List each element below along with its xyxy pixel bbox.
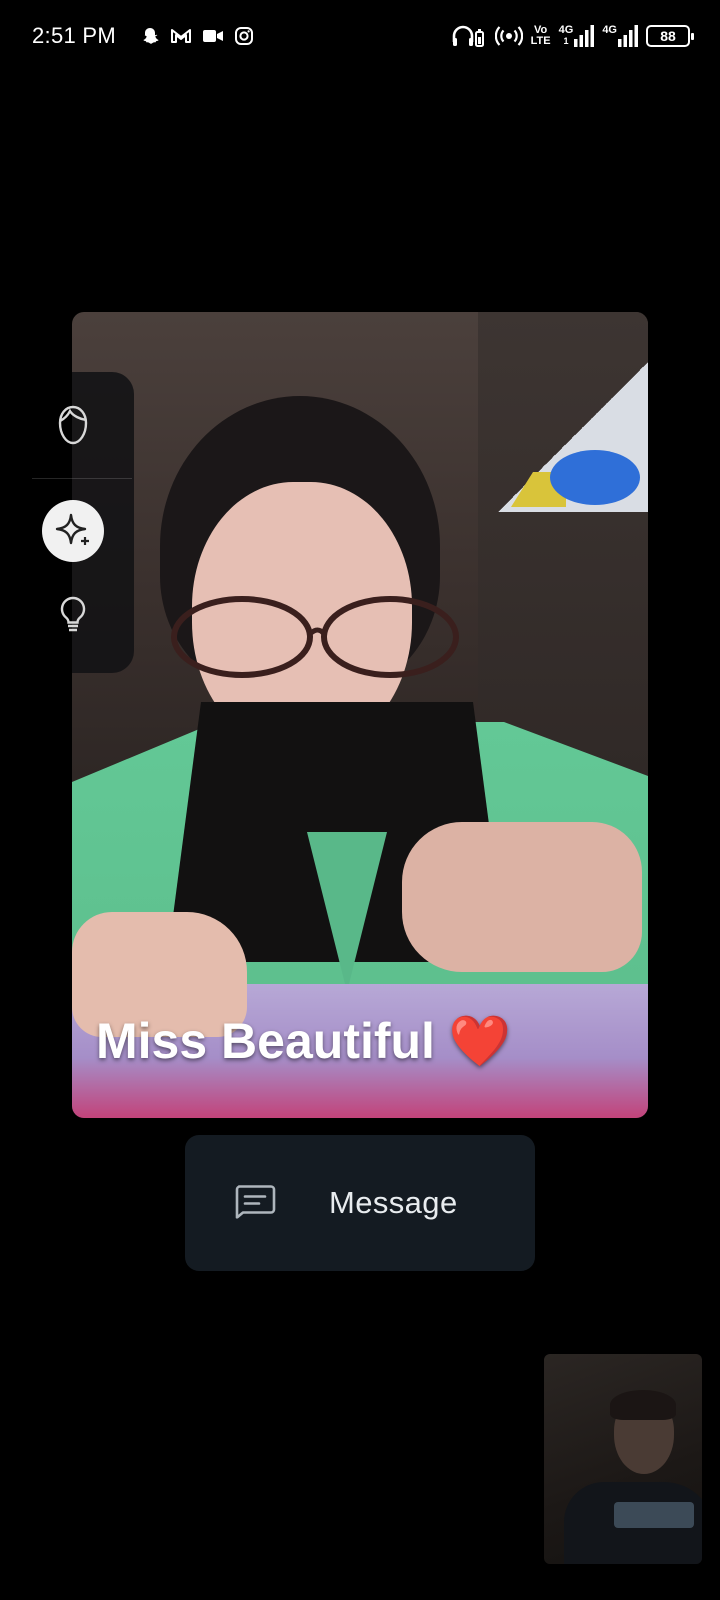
remote-person bbox=[402, 822, 642, 972]
self-person bbox=[610, 1390, 676, 1420]
video-background bbox=[550, 450, 640, 505]
video-call-screen: 2:51 PM Vo LTE 4G 1 4G 88 Miss Beautiful… bbox=[0, 0, 720, 1600]
instagram-icon bbox=[234, 26, 254, 46]
message-button[interactable]: Message bbox=[185, 1135, 535, 1271]
remote-video-feed[interactable]: Miss Beautiful ❤️ bbox=[72, 312, 648, 1118]
video-camera-icon bbox=[202, 28, 224, 44]
headphones-battery-icon bbox=[451, 24, 485, 48]
lightbulb-icon[interactable] bbox=[42, 584, 104, 646]
message-button-label: Message bbox=[329, 1185, 458, 1220]
message-icon bbox=[233, 1183, 277, 1224]
remote-participant-name: Miss Beautiful ❤️ bbox=[96, 1013, 512, 1069]
status-time: 2:51 PM bbox=[32, 23, 117, 48]
signal-bars-icon bbox=[618, 25, 638, 47]
signal-bars-icon bbox=[574, 25, 595, 47]
self-person bbox=[614, 1502, 694, 1528]
hotspot-icon bbox=[494, 24, 523, 48]
effects-panel bbox=[32, 372, 134, 673]
volte-indicator: Vo LTE bbox=[530, 24, 551, 47]
face-filter-icon[interactable] bbox=[42, 394, 104, 456]
gmail-icon bbox=[170, 27, 192, 45]
panel-divider bbox=[32, 478, 132, 479]
remote-person bbox=[171, 596, 459, 678]
sim2-network: 4G bbox=[602, 25, 638, 47]
snapchat-icon bbox=[140, 26, 160, 46]
sparkle-effects-icon[interactable] bbox=[42, 500, 104, 562]
status-bar: 2:51 PM Vo LTE 4G 1 4G 88 bbox=[0, 0, 720, 72]
battery-indicator: 88 bbox=[646, 25, 694, 47]
self-video-preview[interactable] bbox=[544, 1354, 702, 1564]
sim1-network: 4G 1 bbox=[559, 25, 595, 47]
